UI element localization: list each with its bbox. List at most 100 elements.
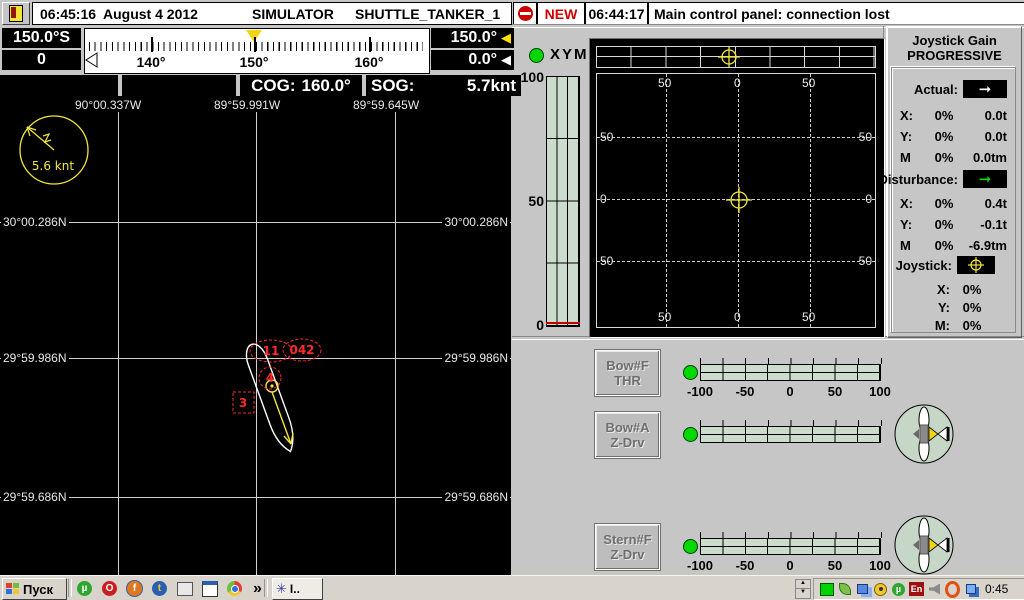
joystick-marker-box xyxy=(957,256,995,274)
chrome-quicklaunch-icon[interactable] xyxy=(226,580,243,597)
network-copies-tray-icon[interactable] xyxy=(963,582,978,597)
tray-clock: 0:45 xyxy=(985,582,1008,596)
tape-minor-ticks xyxy=(89,42,423,51)
thunderbird-quicklaunch-icon[interactable]: t xyxy=(151,580,168,597)
rot-pointer-icon xyxy=(85,52,99,68)
gain-mode: PROGRESSIVE xyxy=(888,48,1021,63)
app-task-icon: ✳ xyxy=(276,581,287,597)
plot-tick-label: 50 xyxy=(658,76,671,90)
webcam-tray-icon[interactable] xyxy=(873,582,888,597)
language-indicator[interactable]: En xyxy=(909,582,924,596)
rot-value: 0 xyxy=(2,50,81,70)
gauge-scale-label: 50 xyxy=(815,558,855,573)
rot-arrow-icon: ◀ xyxy=(501,52,511,68)
heading-tape[interactable]: 140° 150° 160° xyxy=(84,28,430,74)
gain-values-panel: Actual: ➞ X:0%0.0t Y:0%0.0t M0%0.0tm Dis… xyxy=(891,67,1016,333)
gauge-scale-label: -50 xyxy=(725,384,765,399)
explorer-window-quicklaunch-icon[interactable] xyxy=(201,580,218,597)
display-tray-icon[interactable] xyxy=(819,582,834,597)
tape-tick-label: 140° xyxy=(128,54,174,70)
media-player-quicklaunch-icon[interactable] xyxy=(176,580,193,597)
leaf-tray-icon[interactable] xyxy=(837,582,852,597)
date-display: August 4 2012 xyxy=(103,6,198,22)
plot-tick-label: 50 xyxy=(658,310,671,324)
target-label: 4 xyxy=(266,371,274,385)
sternf-thrust-gauge xyxy=(700,532,881,555)
thruster-button-sternf[interactable]: Stern#F Z-Drv xyxy=(595,524,660,570)
plot-tick-label: 50 xyxy=(859,254,872,268)
disturbance-arrow-icon: ➞ xyxy=(979,172,992,187)
thruster-button-bowa[interactable]: Bow#A Z-Drv xyxy=(595,412,660,458)
clock-display: 06:45:16 xyxy=(40,6,96,22)
volume-tray-icon[interactable] xyxy=(927,582,942,597)
plot-tick-label: 0 xyxy=(865,192,872,206)
target-label: 042 xyxy=(289,343,314,357)
disturbance-m-row: M0%-6.9tm xyxy=(900,236,1007,254)
bowa-azimuth-indicator xyxy=(893,403,957,465)
gauge-scale-label: 50 xyxy=(815,384,855,399)
actual-header: Actual: ➞ xyxy=(914,80,1007,98)
utorrent-quicklaunch-icon[interactable]: µ xyxy=(76,580,93,597)
heading-setpoint: 150.0° ◀ xyxy=(431,28,514,48)
taskbar: Пуск µ O f t » ✳ I.. ▲ ▼ µ En 0:45 xyxy=(0,575,1024,600)
plot-tick-label: 50 xyxy=(600,254,613,268)
xym-gauge-baseline xyxy=(546,322,580,324)
windows-logo-icon xyxy=(6,583,19,595)
joystick-header: Joystick: xyxy=(896,256,995,274)
xym-status-led xyxy=(529,48,544,63)
spinner-down-icon[interactable]: ▼ xyxy=(795,588,811,599)
network-computers-tray-icon[interactable] xyxy=(855,582,870,597)
position-plot[interactable]: 50 0 50 50 0 50 50 0 50 50 0 50 xyxy=(589,38,885,338)
rot-setpoint: 0.0° ◀ xyxy=(431,50,514,70)
xym-gauge xyxy=(546,76,580,327)
alarm-message[interactable]: Main control panel: connection lost xyxy=(648,2,1024,25)
gauge-scale-label: -100 xyxy=(680,558,720,573)
exit-button[interactable] xyxy=(2,2,30,25)
actual-arrow-box: ➞ xyxy=(963,80,1007,98)
target-label: 11 xyxy=(263,344,280,358)
disturbance-arrow-box: ➞ xyxy=(963,170,1007,188)
mode-label: SIMULATOR xyxy=(252,6,334,22)
chart-map[interactable]: 90°00.337W 89°59.991W 89°59.645W 30°00.2… xyxy=(0,96,511,575)
wind-indicator: 5.6 knt xyxy=(20,116,88,184)
setpoint-arrow-icon: ◀ xyxy=(501,30,511,46)
stop-icon xyxy=(518,6,533,21)
opera-quicklaunch-icon[interactable]: O xyxy=(101,580,118,597)
actual-y-row: Y:0%0.0t xyxy=(900,127,1007,145)
alarm-new-badge[interactable]: NEW xyxy=(537,2,585,25)
gauge-scale-label: -100 xyxy=(680,384,720,399)
tray-scroll-spinner[interactable]: ▲ ▼ xyxy=(795,579,810,598)
thruster-button-bowf[interactable]: Bow#F THR xyxy=(595,350,660,396)
gain-title: Joystick Gain xyxy=(888,33,1021,48)
plot-tick-label: 0 xyxy=(734,76,741,90)
joystick-m-row: M:0% xyxy=(928,316,1007,334)
disturbance-y-row: Y:0%-0.1t xyxy=(900,215,1007,233)
door-exit-icon xyxy=(9,5,23,22)
task-button-simulator[interactable]: ✳ I.. xyxy=(272,578,323,600)
alarm-ack-button[interactable] xyxy=(513,2,537,25)
alarm-time: 06:44:17 xyxy=(585,2,648,25)
opera-tray-icon[interactable] xyxy=(945,582,960,597)
vessel-name: SHUTTLE_TANKER_1 xyxy=(355,6,500,22)
start-button[interactable]: Пуск xyxy=(2,578,67,600)
utorrent-tray-icon[interactable]: µ xyxy=(891,582,906,597)
bowf-thrust-gauge xyxy=(700,358,881,381)
plot-tick-label: 50 xyxy=(859,130,872,144)
plot-tick-label: 50 xyxy=(802,76,815,90)
actual-x-row: X:0%0.0t xyxy=(900,106,1007,124)
xym-scale-label: 0 xyxy=(510,317,544,333)
gauge-scale-label: -50 xyxy=(725,558,765,573)
sog-display: SOG:5.7knt xyxy=(366,75,521,96)
ship-outline xyxy=(242,341,300,455)
firefox-quicklaunch-icon[interactable]: f xyxy=(126,580,143,597)
disturbance-x-row: X:0%0.4t xyxy=(900,194,1007,212)
xym-scale-label: 50 xyxy=(510,193,544,209)
gauge-scale-label: 100 xyxy=(860,384,900,399)
gauge-scale-label: 0 xyxy=(770,558,810,573)
actual-arrow-icon: ➞ xyxy=(979,82,992,97)
tape-tick-label: 160° xyxy=(346,54,392,70)
plot-tick-label: 0 xyxy=(734,310,741,324)
disturbance-header: Disturbance: ➞ xyxy=(879,170,1007,188)
joystick-y-row: Y:0% xyxy=(928,298,1007,316)
map-overlay: 5.6 knt 11 xyxy=(0,96,511,575)
